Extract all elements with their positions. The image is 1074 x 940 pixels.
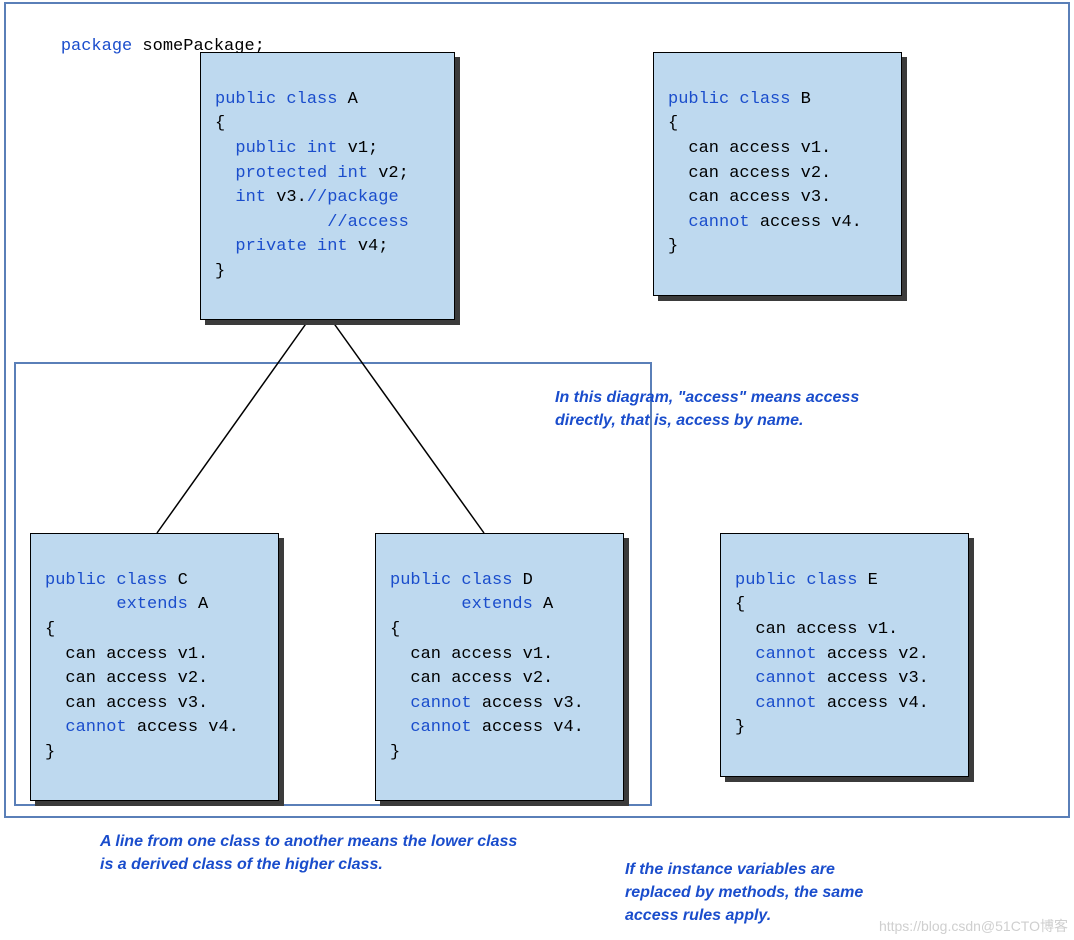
txt: v1; — [337, 139, 378, 158]
class-b-box: public class B { can access v1. can acce… — [653, 52, 902, 296]
txt: C — [167, 571, 187, 590]
class-c-box: public class C extends A { can access v1… — [30, 533, 279, 801]
txt: v2; — [368, 164, 409, 183]
kw: cannot — [735, 694, 817, 713]
kw: public int — [215, 139, 337, 158]
txt: { — [390, 620, 400, 639]
kw: public class — [45, 571, 167, 590]
kw: int — [215, 188, 266, 207]
kw: public class — [735, 571, 857, 590]
kw: cannot — [390, 718, 472, 737]
kw: protected int — [215, 164, 368, 183]
txt: can access v1. — [45, 645, 208, 664]
txt: can access v1. — [735, 620, 898, 639]
kw: extends — [390, 595, 533, 614]
comment: //package — [307, 188, 399, 207]
kw: public class — [390, 571, 512, 590]
class-d-box: public class D extends A { can access v1… — [375, 533, 624, 801]
kw: public class — [215, 90, 337, 109]
txt: A — [533, 595, 553, 614]
txt: can access v2. — [390, 669, 553, 688]
txt: D — [512, 571, 532, 590]
txt: { — [45, 620, 55, 639]
keyword-package: package — [61, 37, 132, 56]
kw: cannot — [390, 694, 472, 713]
txt: can access v1. — [668, 139, 831, 158]
kw: cannot — [735, 645, 817, 664]
txt: can access v3. — [45, 694, 208, 713]
watermark: https://blog.csdn@51CTO博客 — [879, 916, 1068, 936]
txt: access v4. — [127, 718, 239, 737]
class-e-box: public class E { can access v1. cannot a… — [720, 533, 969, 777]
class-a-box: public class A { public int v1; protecte… — [200, 52, 455, 320]
txt: B — [790, 90, 810, 109]
kw: public class — [668, 90, 790, 109]
note-line-meaning: A line from one class to another means t… — [100, 830, 620, 876]
txt: } — [735, 718, 745, 737]
txt: A — [188, 595, 208, 614]
kw: cannot — [668, 213, 750, 232]
txt: E — [857, 571, 877, 590]
txt: can access v2. — [668, 164, 831, 183]
txt: } — [45, 743, 55, 762]
kw: cannot — [45, 718, 127, 737]
txt: { — [668, 114, 678, 133]
comment: //access — [215, 213, 409, 232]
txt: access v2. — [817, 645, 929, 664]
txt: { — [735, 595, 745, 614]
kw: private int — [215, 237, 348, 256]
kw: extends — [45, 595, 188, 614]
txt: can access v3. — [668, 188, 831, 207]
txt: v4; — [348, 237, 389, 256]
txt: access v4. — [750, 213, 862, 232]
note-access-meaning: In this diagram, "access" means access d… — [555, 386, 985, 432]
txt: v3. — [266, 188, 307, 207]
diagram-canvas: package somePackage; public class A { pu… — [0, 0, 1074, 940]
txt: access v3. — [817, 669, 929, 688]
txt: } — [668, 237, 678, 256]
txt: access v3. — [472, 694, 584, 713]
txt: can access v1. — [390, 645, 553, 664]
kw: cannot — [735, 669, 817, 688]
txt: } — [215, 262, 225, 281]
txt: access v4. — [817, 694, 929, 713]
txt: A — [337, 90, 357, 109]
txt: { — [215, 114, 225, 133]
txt: } — [390, 743, 400, 762]
txt: can access v2. — [45, 669, 208, 688]
txt: access v4. — [472, 718, 584, 737]
